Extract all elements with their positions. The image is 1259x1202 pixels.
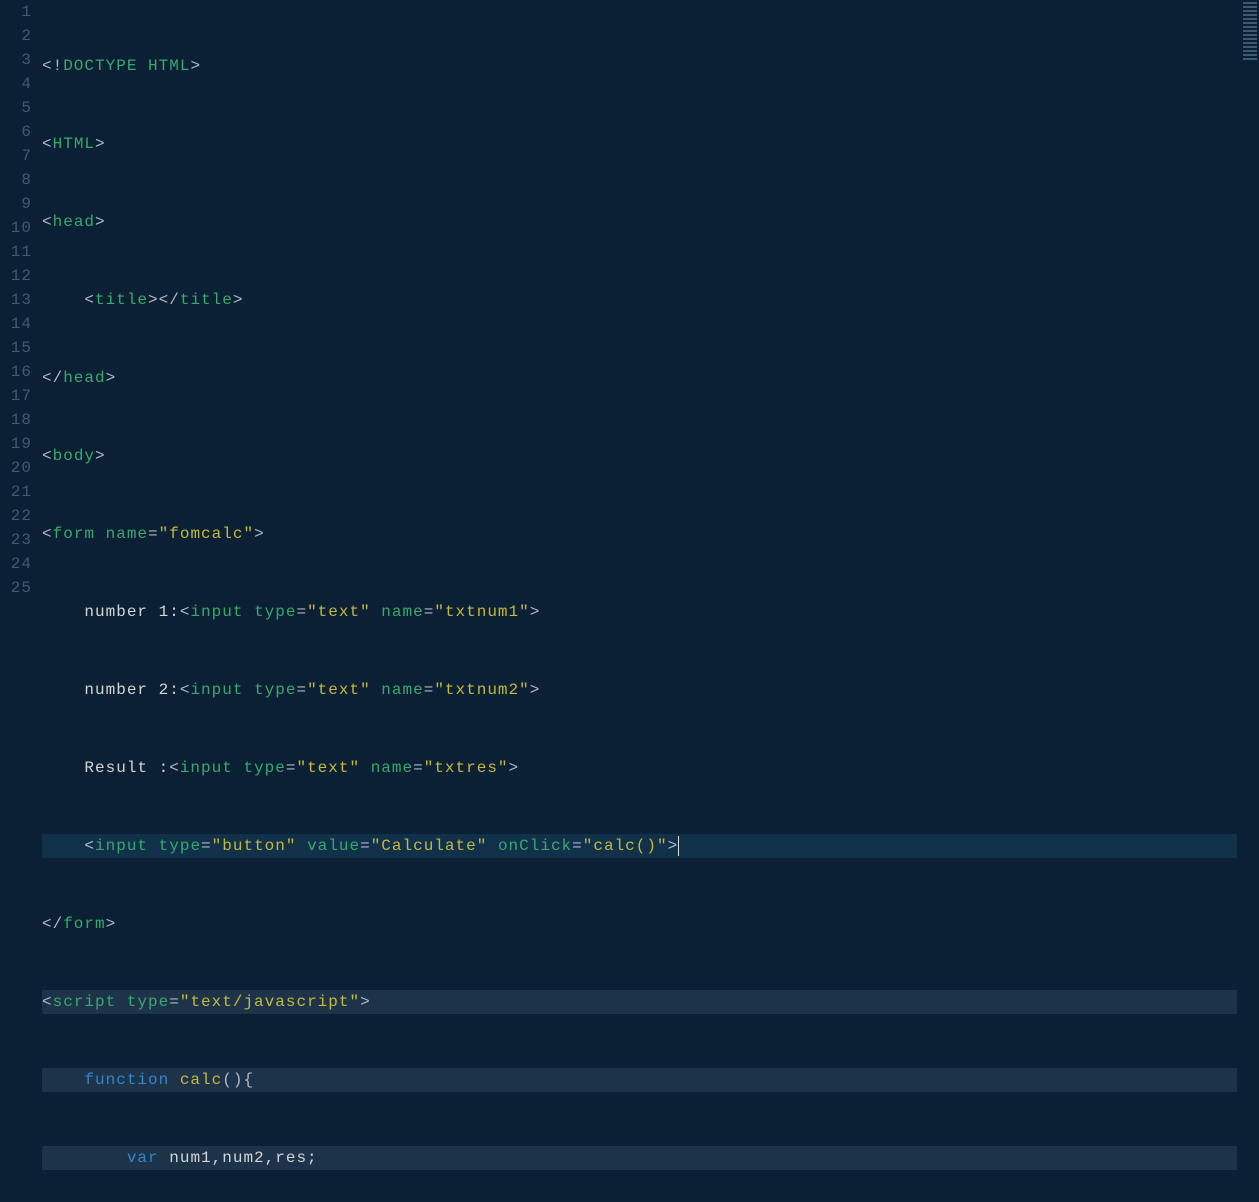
line-number: 13 <box>0 288 32 312</box>
line-number: 11 <box>0 240 32 264</box>
line-number: 20 <box>0 456 32 480</box>
code-line[interactable]: var num1,num2,res; <box>42 1146 1237 1170</box>
line-number: 16 <box>0 360 32 384</box>
code-line[interactable]: number 1:<input type="text" name="txtnum… <box>42 600 1237 624</box>
line-number: 15 <box>0 336 32 360</box>
doctype: DOCTYPE <box>63 57 137 75</box>
line-number: 9 <box>0 192 32 216</box>
line-number: 17 <box>0 384 32 408</box>
line-number: 1 <box>0 0 32 24</box>
line-number-gutter: 1234567891011121314151617181920212223242… <box>0 0 42 601</box>
text-cursor <box>678 836 679 856</box>
line-number: 5 <box>0 96 32 120</box>
code-line[interactable]: number 2:<input type="text" name="txtnum… <box>42 678 1237 702</box>
line-number: 23 <box>0 528 32 552</box>
code-area[interactable]: <!DOCTYPE HTML> <HTML> <head> <title></t… <box>42 0 1237 601</box>
code-line[interactable]: <!DOCTYPE HTML> <box>42 54 1237 78</box>
line-number: 14 <box>0 312 32 336</box>
line-number: 18 <box>0 408 32 432</box>
code-editor[interactable]: 1234567891011121314151617181920212223242… <box>0 0 1259 601</box>
punct: <! <box>42 57 63 75</box>
line-number: 25 <box>0 576 32 600</box>
code-line[interactable]: <body> <box>42 444 1237 468</box>
line-number: 12 <box>0 264 32 288</box>
code-line[interactable]: <form name="fomcalc"> <box>42 522 1237 546</box>
line-number: 24 <box>0 552 32 576</box>
line-number: 22 <box>0 504 32 528</box>
code-line[interactable]: Result :<input type="text" name="txtres"… <box>42 756 1237 780</box>
line-number: 7 <box>0 144 32 168</box>
code-line[interactable]: </head> <box>42 366 1237 390</box>
line-number: 19 <box>0 432 32 456</box>
line-number: 4 <box>0 72 32 96</box>
code-line-active[interactable]: <input type="button" value="Calculate" o… <box>42 834 1237 858</box>
line-number: 3 <box>0 48 32 72</box>
code-line[interactable]: </form> <box>42 912 1237 936</box>
line-number: 8 <box>0 168 32 192</box>
code-line[interactable]: <HTML> <box>42 132 1237 156</box>
line-number: 6 <box>0 120 32 144</box>
code-line[interactable]: function calc(){ <box>42 1068 1237 1092</box>
minimap[interactable] <box>1237 0 1259 601</box>
line-number: 21 <box>0 480 32 504</box>
line-number: 2 <box>0 24 32 48</box>
code-line[interactable]: <script type="text/javascript"> <box>42 990 1237 1014</box>
code-line[interactable]: <title></title> <box>42 288 1237 312</box>
code-line[interactable]: <head> <box>42 210 1237 234</box>
line-number: 10 <box>0 216 32 240</box>
